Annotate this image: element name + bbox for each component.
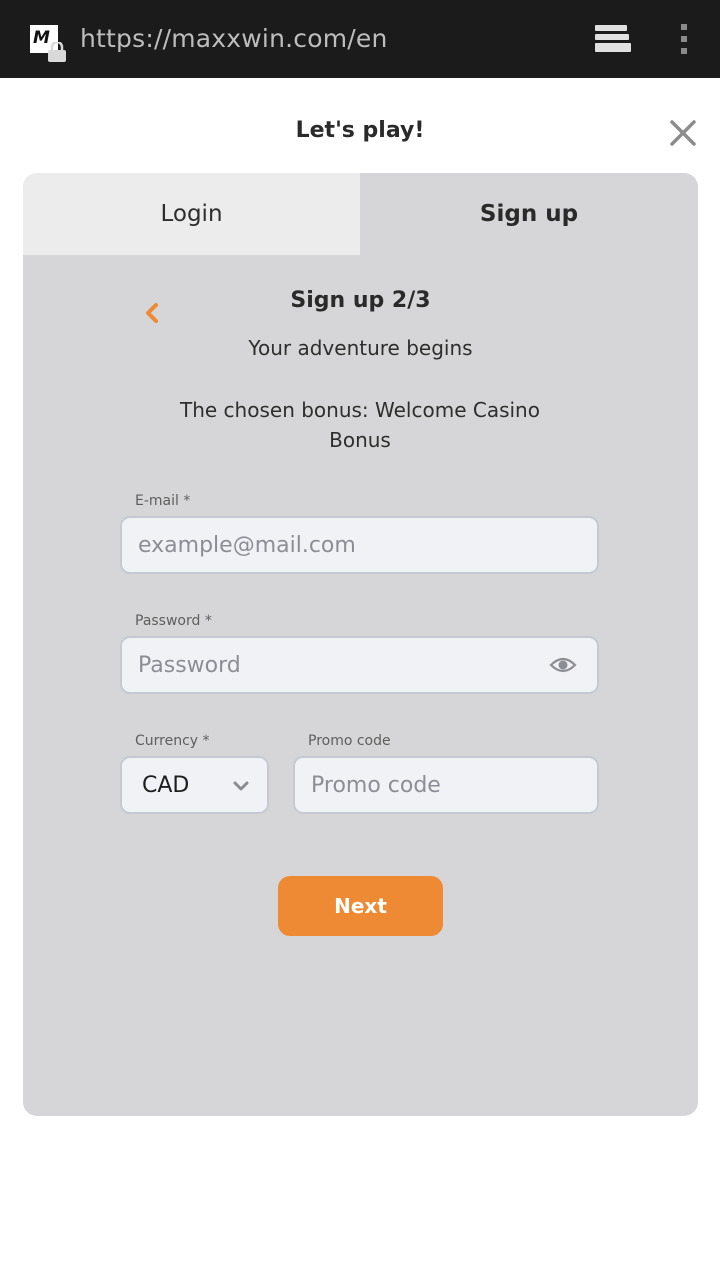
close-icon[interactable] [666, 116, 700, 150]
promo-code-field[interactable] [295, 758, 597, 812]
chosen-bonus-text: The chosen bonus: Welcome Casino Bonus [180, 398, 540, 452]
email-label: E-mail * [135, 493, 191, 509]
password-label: Password * [135, 613, 212, 629]
chevron-down-icon [233, 781, 249, 791]
promo-code-field-box [293, 756, 599, 814]
auth-card: Login Sign up Sign up 2/3 Your adventure… [23, 173, 698, 1116]
next-button[interactable]: Next [278, 876, 443, 936]
eye-icon[interactable] [549, 655, 577, 675]
tab-login[interactable]: Login [23, 173, 360, 255]
overflow-menu-icon[interactable] [674, 22, 694, 56]
currency-value: CAD [142, 773, 190, 798]
browser-toolbar: M https://maxxwin.com/en [0, 0, 720, 78]
promo-code-label: Promo code [308, 733, 391, 749]
email-field[interactable] [122, 518, 597, 572]
step-title: Sign up 2/3 [290, 288, 431, 313]
tab-signup[interactable]: Sign up [360, 173, 698, 255]
modal-title: Let's play! [295, 118, 425, 143]
currency-select[interactable]: CAD [120, 756, 269, 814]
password-field[interactable] [122, 638, 597, 692]
currency-label: Currency * [135, 733, 210, 749]
url-bar[interactable]: https://maxxwin.com/en [80, 24, 388, 53]
step-subtitle: Your adventure begins [248, 336, 473, 360]
email-field-box [120, 516, 599, 574]
lock-icon [48, 42, 66, 62]
tabs-icon[interactable] [592, 22, 632, 56]
password-field-box [120, 636, 599, 694]
